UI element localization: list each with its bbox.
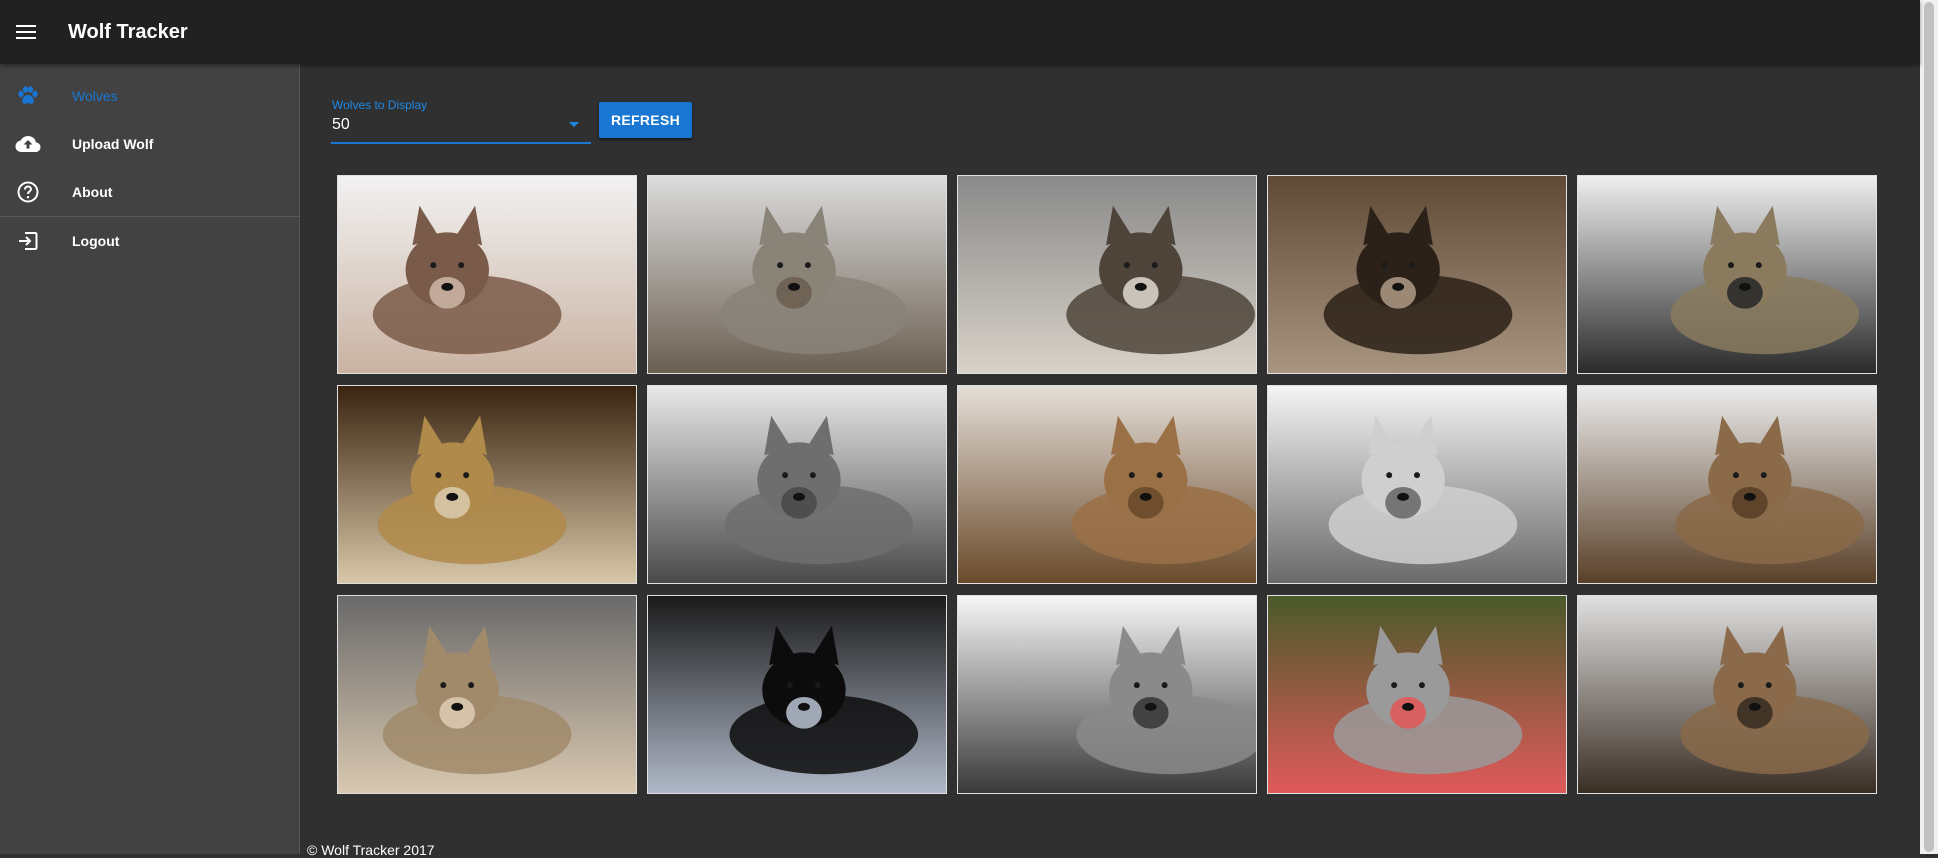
wolf-photo[interactable]	[647, 175, 947, 374]
footer-text: © Wolf Tracker 2017	[307, 842, 435, 858]
sidebar-item-label: Upload Wolf	[72, 136, 154, 152]
scrollbar-thumb[interactable]	[1924, 2, 1934, 852]
wolf-image	[338, 596, 636, 793]
wolf-image	[1578, 596, 1876, 793]
wolf-image	[648, 176, 946, 373]
select-value: 50	[332, 116, 350, 133]
cloud-upload-icon	[0, 135, 56, 153]
sidebar-item-label: About	[72, 184, 113, 200]
sidebar-item-wolves[interactable]: Wolves	[0, 72, 299, 120]
wolf-image	[1268, 386, 1566, 583]
sidebar-item-label: Logout	[72, 233, 120, 249]
dropdown-caret-icon[interactable]	[569, 122, 579, 127]
wolf-photo[interactable]	[957, 595, 1257, 794]
main-content: Wolves to Display 50 REFRESH © Wolf Trac…	[301, 64, 1920, 858]
wolf-image	[1268, 176, 1566, 373]
wolf-photo[interactable]	[1577, 595, 1877, 794]
wolf-image	[1578, 176, 1876, 373]
sidebar: Wolves Upload Wolf About Logout	[0, 64, 300, 854]
wolf-image	[648, 596, 946, 793]
wolf-photo[interactable]	[647, 595, 947, 794]
wolf-photo[interactable]	[1577, 385, 1877, 584]
wolf-image	[338, 386, 636, 583]
paw-icon	[0, 86, 56, 106]
app-bar: Wolf Tracker	[0, 0, 1920, 64]
app-title: Wolf Tracker	[68, 20, 188, 43]
wolf-photo[interactable]	[957, 385, 1257, 584]
wolf-photo[interactable]	[1267, 385, 1567, 584]
wolf-photo[interactable]	[1267, 595, 1567, 794]
wolf-image	[958, 596, 1256, 793]
wolf-photo[interactable]	[1267, 175, 1567, 374]
wolves-to-display-select[interactable]: Wolves to Display 50	[331, 98, 591, 144]
wolf-photo[interactable]	[337, 175, 637, 374]
help-circle-icon	[0, 181, 56, 203]
wolf-image	[648, 386, 946, 583]
hamburger-menu-icon[interactable]	[0, 0, 52, 64]
select-label: Wolves to Display	[332, 98, 428, 112]
wolf-photo[interactable]	[647, 385, 947, 584]
sidebar-item-about[interactable]: About	[0, 168, 299, 216]
sidebar-item-upload-wolf[interactable]: Upload Wolf	[0, 120, 299, 168]
wolf-photo[interactable]	[337, 595, 637, 794]
wolf-image	[958, 176, 1256, 373]
wolf-image	[1578, 386, 1876, 583]
wolf-photo[interactable]	[337, 385, 637, 584]
wolf-photo[interactable]	[1577, 175, 1877, 374]
sidebar-item-label: Wolves	[72, 88, 118, 104]
sidebar-item-logout[interactable]: Logout	[0, 217, 299, 265]
logout-icon	[0, 231, 56, 251]
wolf-image	[1268, 596, 1566, 793]
refresh-button[interactable]: REFRESH	[599, 102, 692, 138]
wolf-gallery	[337, 175, 1877, 794]
wolf-photo[interactable]	[957, 175, 1257, 374]
wolf-image	[958, 386, 1256, 583]
wolf-image	[338, 176, 636, 373]
vertical-scrollbar[interactable]	[1920, 0, 1938, 854]
